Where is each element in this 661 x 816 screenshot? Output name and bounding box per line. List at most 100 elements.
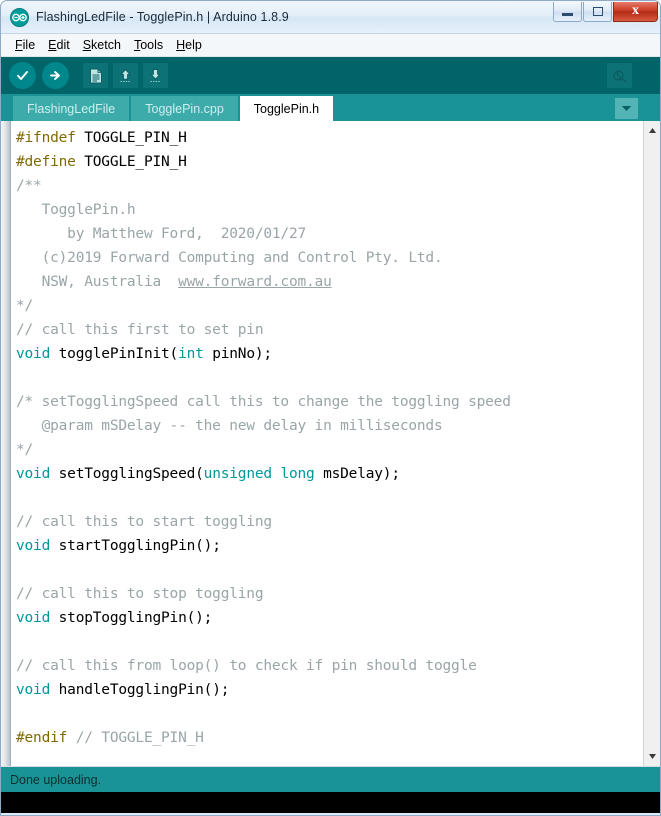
toolbar [1,57,660,94]
console-output[interactable] [1,792,660,813]
code-line: (c)2019 Forward Computing and Control Pt… [16,246,643,270]
code-token: #ifndef [16,130,76,146]
up-arrow-icon [120,68,131,82]
verify-button[interactable] [9,62,36,89]
upload-button[interactable] [42,62,69,89]
close-button[interactable]: x [613,2,658,22]
code-line: */ [16,438,643,462]
code-token: handleTogglingPin(); [50,682,230,698]
code-line: // call this from loop() to check if pin… [16,654,643,678]
close-icon: x [632,3,639,18]
code-line: #define TOGGLE_PIN_H [16,150,643,174]
code-line: void handleTogglingPin(); [16,678,643,702]
serial-monitor-icon [612,69,626,82]
open-button[interactable] [113,63,138,88]
code-token: NSW, Australia [16,274,179,290]
tab-togglepin-h[interactable]: TogglePin.h [239,96,334,121]
menu-label: ile [22,38,36,52]
code-token: void [16,346,51,362]
code-editor[interactable]: #ifndef TOGGLE_PIN_H #define TOGGLE_PIN_H… [11,121,643,766]
code-token: startTogglingPin(); [50,538,221,554]
code-line: #ifndef TOGGLE_PIN_H [16,126,643,150]
code-token: togglePinInit( [50,346,179,362]
code-token: */ [16,442,34,458]
code-token: // TOGGLE_PIN_H [75,730,204,746]
code-line: NSW, Australia www.forward.com.au [16,270,643,294]
menu-item-help[interactable]: Help [170,37,209,53]
tab-label: TogglePin.h [253,101,320,116]
new-file-icon [89,68,102,83]
menu-mnemonic: F [15,38,23,52]
minimize-button[interactable] [553,2,582,22]
code-token: // call this from loop() to check if pin… [16,658,477,674]
code-token: void [16,538,51,554]
status-bar: Done uploading. [1,766,660,792]
menu-mnemonic: S [82,38,92,52]
scroll-down-arrow-icon[interactable] [645,749,660,764]
code-token: setTogglingSpeed( [50,466,204,482]
code-token: stopTogglingPin(); [50,610,213,626]
code-token: */ [16,298,34,314]
save-button[interactable] [143,63,168,88]
code-line: void togglePinInit(int pinNo); [16,342,643,366]
window-controls: x [552,2,658,22]
menu-item-tools[interactable]: Tools [128,37,170,53]
code-token: (c)2019 Forward Computing and Control Pt… [16,250,443,266]
minimize-icon [562,13,573,16]
code-token: void [16,466,51,482]
code-token: by Matthew Ford, 2020/01/27 [16,226,307,242]
code-text[interactable]: #ifndef TOGGLE_PIN_H #define TOGGLE_PIN_H… [16,126,643,750]
tab-flashingledfile[interactable]: FlashingLedFile [13,96,130,121]
code-line: @param mSDelay -- the new delay in milli… [16,414,643,438]
menu-item-sketch[interactable]: Sketch [77,37,128,53]
code-line: void setTogglingSpeed(unsigned long msDe… [16,462,643,486]
down-arrow-icon [150,68,161,82]
code-token: /* setTogglingSpeed call this to change … [16,394,511,410]
code-token: #define [16,154,76,170]
menu-label: elp [185,38,202,52]
arduino-ide-window: FlashingLedFile - TogglePin.h | Arduino … [0,0,661,816]
serial-monitor-button[interactable] [607,63,632,88]
code-line: #endif // TOGGLE_PIN_H [16,726,643,750]
vertical-scrollbar[interactable] [643,121,660,766]
code-line: // call this to start toggling [16,510,643,534]
code-token: #endif [16,730,68,746]
code-token: www.forward.com.au [178,274,332,290]
code-token: int [178,346,204,362]
code-token: TOGGLE_PIN_H [75,154,187,170]
menu-item-edit[interactable]: Edit [42,37,77,53]
code-token: // call this to stop toggling [16,586,264,602]
menu-label: dit [56,38,70,52]
code-token: void [16,682,51,698]
menu-mnemonic: E [48,38,57,52]
right-arrow-icon [50,71,60,80]
maximize-button[interactable] [583,2,612,22]
tab-menu-button[interactable] [615,98,638,119]
tab-label: FlashingLedFile [27,101,116,116]
editor-gutter [1,121,11,766]
code-token: @param mSDelay -- the new delay in milli… [16,418,443,434]
checkmark-icon [17,71,28,80]
code-line: // call this first to set pin [16,318,643,342]
title-bar: FlashingLedFile - TogglePin.h | Arduino … [1,1,660,34]
tab-togglepin-cpp[interactable]: TogglePin.cpp [131,96,238,121]
tab-bar: FlashingLedFile TogglePin.cpp TogglePin.… [1,94,660,121]
menu-mnemonic: H [176,38,186,52]
menu-item-file[interactable]: File [9,37,42,53]
editor-area: #ifndef TOGGLE_PIN_H #define TOGGLE_PIN_H… [1,121,660,766]
scroll-up-arrow-icon[interactable] [645,123,660,138]
arduino-infinity-glyph [12,13,27,21]
code-token: // call this to start toggling [16,514,272,530]
new-button[interactable] [83,63,108,88]
code-token: pinNo); [203,346,272,362]
code-line: TogglePin.h [16,198,643,222]
code-token: unsigned long [203,466,315,482]
code-line: by Matthew Ford, 2020/01/27 [16,222,643,246]
scrollbar-track[interactable] [645,138,660,749]
